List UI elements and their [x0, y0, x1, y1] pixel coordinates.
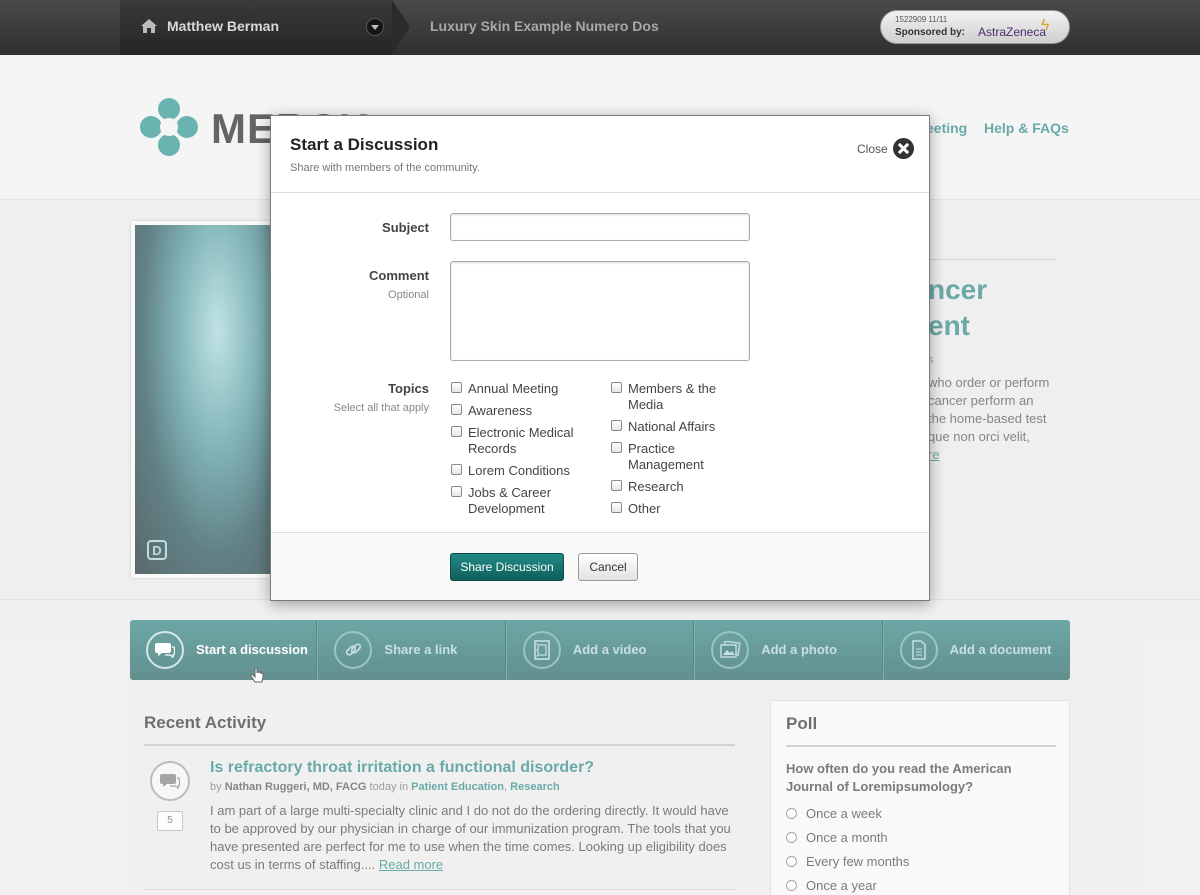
checkbox[interactable] [451, 486, 462, 497]
topic-label: Lorem Conditions [468, 463, 570, 478]
topic-label: Research [628, 479, 684, 494]
comment-hint: Optional [388, 289, 429, 301]
dialog-subtitle: Share with members of the community. [290, 162, 480, 174]
topic-checkbox-other[interactable]: Other [611, 501, 751, 517]
comment-label: Comment [369, 268, 429, 283]
topic-checkbox-national-affairs[interactable]: National Affairs [611, 419, 751, 435]
topic-checkbox-annual-meeting[interactable]: Annual Meeting [451, 381, 591, 397]
sponsor-brand: AstraZeneca [978, 25, 1047, 39]
close-icon[interactable] [892, 138, 914, 159]
topic-checkbox-jobs-career[interactable]: Jobs & Career Development [451, 485, 591, 517]
topics-hint: Select all that apply [333, 402, 429, 414]
start-discussion-dialog: Start a Discussion Share with members of… [270, 115, 930, 601]
topics-label: Topics [388, 381, 429, 396]
checkbox[interactable] [451, 382, 462, 393]
topic-checkbox-awareness[interactable]: Awareness [451, 403, 591, 419]
share-discussion-button[interactable]: Share Discussion [450, 553, 564, 581]
close-button[interactable]: Close [857, 138, 914, 159]
checkbox[interactable] [451, 404, 462, 415]
sponsor-logo-icon: ϟ [1041, 17, 1050, 34]
topic-checkbox-practice-management[interactable]: Practice Management [611, 441, 751, 473]
checkbox[interactable] [611, 502, 622, 513]
cancel-button[interactable]: Cancel [578, 553, 638, 581]
user-menu[interactable]: Matthew Berman [120, 0, 410, 55]
checkbox[interactable] [451, 426, 462, 437]
sponsor-badge[interactable]: 1522909 11/11 Sponsored by: AstraZeneca … [880, 10, 1070, 44]
sponsor-code: 1522909 11/11 [895, 15, 948, 24]
checkbox[interactable] [611, 480, 622, 491]
dialog-divider [271, 192, 929, 193]
subject-input[interactable] [450, 213, 750, 241]
topic-label: Annual Meeting [468, 381, 559, 396]
user-name[interactable]: Matthew Berman [167, 18, 279, 34]
topic-label: Other [628, 501, 661, 516]
topic-label: Jobs & Career Development [468, 485, 552, 516]
topic-label: Practice Management [628, 441, 704, 472]
checkbox[interactable] [611, 442, 622, 453]
checkbox[interactable] [611, 382, 622, 393]
topic-label: Awareness [468, 403, 533, 418]
topic-label: National Affairs [628, 419, 716, 434]
top-bar: Matthew Berman Luxury Skin Example Numer… [0, 0, 1200, 55]
home-icon[interactable] [140, 17, 158, 35]
topic-label: Members & the Media [628, 381, 717, 412]
comment-textarea[interactable] [450, 261, 750, 361]
checkbox[interactable] [611, 420, 622, 431]
topic-checkbox-members-media[interactable]: Members & the Media [611, 381, 751, 413]
dialog-title: Start a Discussion [290, 135, 439, 154]
subject-label: Subject [382, 220, 429, 235]
close-label[interactable]: Close [857, 142, 888, 156]
topic-checkbox-lorem-conditions[interactable]: Lorem Conditions [451, 463, 591, 479]
topic-checkbox-electronic-medical-records[interactable]: Electronic Medical Records [451, 425, 591, 457]
chevron-down-icon[interactable] [366, 18, 384, 36]
topic-label: Electronic Medical Records [468, 425, 574, 456]
topic-checkbox-research[interactable]: Research [611, 479, 751, 495]
site-name[interactable]: Luxury Skin Example Numero Dos [430, 18, 659, 34]
sponsor-by-label: Sponsored by: [895, 27, 966, 38]
checkbox[interactable] [451, 464, 462, 475]
